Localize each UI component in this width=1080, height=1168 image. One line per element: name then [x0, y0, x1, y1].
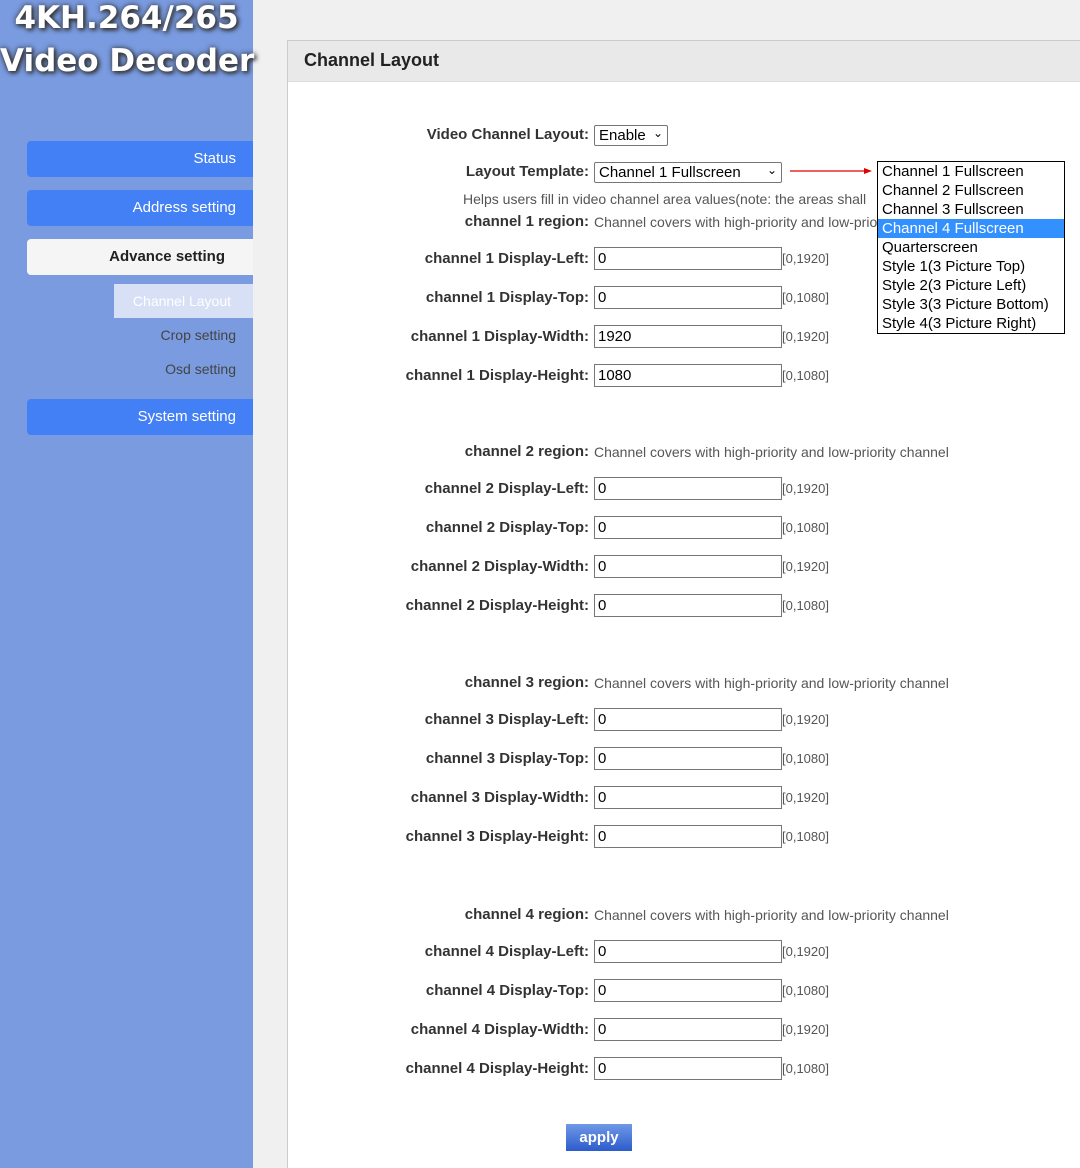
channel-3-display-height-input[interactable] [594, 825, 782, 848]
layout-template-select[interactable]: Channel 1 Fullscreen ⌄ [594, 162, 782, 183]
red-arrow-icon [790, 168, 872, 174]
channel-3-display-width-label: channel 3 Display-Width: [410, 789, 589, 806]
channel-2-display-width-label: channel 2 Display-Width: [410, 558, 589, 575]
channel-4-display-height-input[interactable] [594, 1057, 782, 1080]
channel-region-label: channel 2 region: [464, 443, 589, 460]
sidebar-subitem-channel-layout[interactable]: Channel Layout [114, 284, 253, 318]
channel-3-display-left-input[interactable] [594, 708, 782, 731]
channel-4-display-width-range: [0,1920] [782, 1022, 829, 1037]
channel-region-label: channel 4 region: [464, 906, 589, 923]
channel-2-display-top-label: channel 2 Display-Top: [425, 519, 589, 536]
channel-1-display-height-input[interactable] [594, 364, 782, 387]
channel-3-display-top-input[interactable] [594, 747, 782, 770]
channel-3-display-left-range: [0,1920] [782, 712, 829, 727]
apply-button[interactable]: apply [566, 1124, 632, 1151]
channel-1-display-left-input[interactable] [594, 247, 782, 270]
channel-4-display-top-range: [0,1080] [782, 983, 829, 998]
sidebar-item-system-setting[interactable]: System setting [27, 399, 253, 435]
sidebar-subitem-crop-setting[interactable]: Crop setting [161, 318, 236, 352]
channel-2-display-height-input[interactable] [594, 594, 782, 617]
help-text: Helps users fill in video channel area v… [463, 191, 867, 207]
channel-1-display-top-input[interactable] [594, 286, 782, 309]
channel-2-display-height-range: [0,1080] [782, 598, 829, 613]
dropdown-option[interactable]: Quarterscreen [878, 238, 1064, 257]
channel-3-display-top-range: [0,1080] [782, 751, 829, 766]
channel-2-display-left-label: channel 2 Display-Left: [424, 480, 589, 497]
dropdown-option[interactable]: Channel 3 Fullscreen [878, 200, 1064, 219]
dropdown-option[interactable]: Channel 2 Fullscreen [878, 181, 1064, 200]
channel-4-display-width-input[interactable] [594, 1018, 782, 1041]
channel-4-display-top-label: channel 4 Display-Top: [425, 982, 589, 999]
channel-4-display-left-label: channel 4 Display-Left: [424, 943, 589, 960]
channel-3-display-width-input[interactable] [594, 786, 782, 809]
sidebar-item-address-setting[interactable]: Address setting [27, 190, 253, 226]
channel-region-text: Channel covers with high-priority and lo… [594, 444, 949, 460]
dropdown-option[interactable]: Style 1(3 Picture Top) [878, 257, 1064, 276]
channel-3-display-top-label: channel 3 Display-Top: [425, 750, 589, 767]
sidebar: 4KH.264/265 Video Decoder Status Address… [0, 0, 255, 1168]
sidebar-item-advance-setting[interactable]: Advance setting [27, 239, 253, 275]
channel-1-display-top-range: [0,1080] [782, 290, 829, 305]
channel-1-display-left-label: channel 1 Display-Left: [424, 250, 589, 267]
channel-4-display-width-label: channel 4 Display-Width: [410, 1021, 589, 1038]
layout-template-label: Layout Template: [465, 163, 589, 180]
dropdown-option[interactable]: Style 3(3 Picture Bottom) [878, 295, 1064, 314]
logo-line-2: Video Decoder [0, 43, 255, 79]
layout-template-value: Channel 1 Fullscreen [599, 164, 741, 181]
layout-template-dropdown[interactable]: Channel 1 Fullscreen Channel 2 Fullscreen… [877, 161, 1065, 334]
logo-line-1: 4KH.264/265 [14, 0, 239, 36]
channel-2-display-top-range: [0,1080] [782, 520, 829, 535]
channel-2-display-width-range: [0,1920] [782, 559, 829, 574]
chevron-down-icon: ⌄ [652, 126, 663, 140]
channel-3-display-left-label: channel 3 Display-Left: [424, 711, 589, 728]
dropdown-option[interactable]: Style 4(3 Picture Right) [878, 314, 1064, 333]
channel-4-display-left-range: [0,1920] [782, 944, 829, 959]
sidebar-subitem-osd-setting[interactable]: Osd setting [165, 352, 236, 386]
channel-region-label: channel 1 region: [464, 213, 589, 230]
chevron-down-icon: ⌄ [766, 163, 777, 177]
channel-2-display-top-input[interactable] [594, 516, 782, 539]
dropdown-option[interactable]: Channel 1 Fullscreen [878, 162, 1064, 181]
channel-region-text: Channel covers with high-priority and lo… [594, 675, 949, 691]
channel-1-display-width-range: [0,1920] [782, 329, 829, 344]
channel-1-display-width-input[interactable] [594, 325, 782, 348]
channel-2-display-left-range: [0,1920] [782, 481, 829, 496]
channel-1-display-top-label: channel 1 Display-Top: [425, 289, 589, 306]
channel-3-display-height-range: [0,1080] [782, 829, 829, 844]
channel-2-display-left-input[interactable] [594, 477, 782, 500]
dropdown-option[interactable]: Channel 4 Fullscreen [878, 219, 1064, 238]
dropdown-option[interactable]: Style 2(3 Picture Left) [878, 276, 1064, 295]
channel-region-text: Channel covers with high-priority and lo… [594, 907, 949, 923]
video-layout-value: Enable [599, 127, 646, 144]
channel-1-display-left-range: [0,1920] [782, 251, 829, 266]
video-layout-select[interactable]: Enable ⌄ [594, 125, 668, 146]
video-layout-label: Video Channel Layout: [426, 126, 589, 143]
channel-2-display-height-label: channel 2 Display-Height: [405, 597, 589, 614]
channel-1-display-height-label: channel 1 Display-Height: [405, 367, 589, 384]
channel-1-display-width-label: channel 1 Display-Width: [410, 328, 589, 345]
channel-1-display-height-range: [0,1080] [782, 368, 829, 383]
channel-4-display-height-label: channel 4 Display-Height: [405, 1060, 589, 1077]
channel-4-display-top-input[interactable] [594, 979, 782, 1002]
channel-3-display-height-label: channel 3 Display-Height: [405, 828, 589, 845]
panel-title: Channel Layout [288, 41, 1080, 82]
channel-4-display-height-range: [0,1080] [782, 1061, 829, 1076]
sidebar-item-status[interactable]: Status [27, 141, 253, 177]
channel-2-display-width-input[interactable] [594, 555, 782, 578]
channel-3-display-width-range: [0,1920] [782, 790, 829, 805]
channel-4-display-left-input[interactable] [594, 940, 782, 963]
channel-region-label: channel 3 region: [464, 674, 589, 691]
